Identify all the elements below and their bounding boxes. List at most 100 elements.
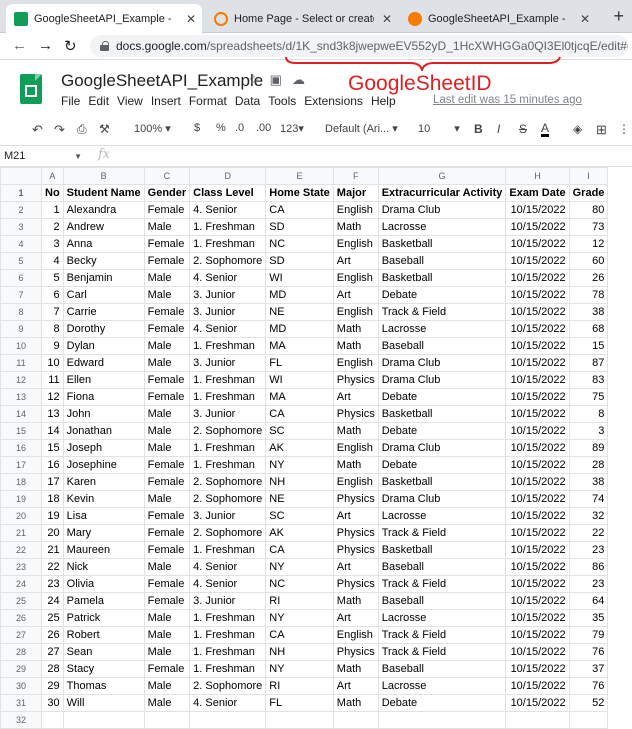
cell[interactable]: 3 xyxy=(568,422,609,440)
zoom-select[interactable]: 100% ▾ xyxy=(134,122,171,135)
cell[interactable]: Lacrosse xyxy=(377,507,507,525)
cell[interactable]: 3. Junior xyxy=(189,286,267,304)
cell[interactable] xyxy=(505,711,570,729)
back-icon[interactable]: ← xyxy=(12,37,27,54)
cell[interactable]: 75 xyxy=(568,388,609,406)
cell[interactable]: 10/15/2022 xyxy=(505,218,570,236)
cell[interactable]: 10/15/2022 xyxy=(505,609,570,627)
cell[interactable]: Male xyxy=(143,422,191,440)
cell[interactable]: Carrie xyxy=(62,303,145,321)
cell[interactable]: Male xyxy=(143,677,191,695)
cell[interactable]: Fiona xyxy=(62,388,145,406)
cell[interactable]: Art xyxy=(332,677,379,695)
cell[interactable]: Robert xyxy=(62,626,145,644)
cell[interactable]: 24 xyxy=(41,592,64,610)
cell[interactable]: 10/15/2022 xyxy=(505,660,570,678)
cell[interactable]: 38 xyxy=(568,303,609,321)
decrease-decimal-button[interactable]: .0 xyxy=(235,122,244,134)
cell[interactable]: 4. Senior xyxy=(189,575,267,593)
more-formats-select[interactable]: 123▾ xyxy=(280,122,304,135)
cell[interactable]: 1. Freshman xyxy=(189,337,267,355)
cell[interactable]: Anna xyxy=(62,235,145,253)
cell[interactable]: Joseph xyxy=(62,439,145,457)
cell[interactable] xyxy=(265,711,334,729)
cell[interactable]: Math xyxy=(332,337,379,355)
cell[interactable]: 12 xyxy=(568,235,609,253)
borders-icon[interactable]: ⊞ xyxy=(596,122,607,138)
cell[interactable]: 79 xyxy=(568,626,609,644)
cell[interactable]: Male xyxy=(143,337,191,355)
cell[interactable]: 1. Freshman xyxy=(189,609,267,627)
row-number[interactable]: 15 xyxy=(0,422,42,440)
row-number[interactable]: 19 xyxy=(0,490,42,508)
cell[interactable]: Female xyxy=(143,252,191,270)
cell[interactable]: Benjamin xyxy=(62,269,145,287)
cell[interactable]: Male xyxy=(143,286,191,304)
cell[interactable]: 27 xyxy=(41,643,64,661)
select-all-corner[interactable] xyxy=(0,167,42,185)
cell[interactable]: Drama Club xyxy=(377,371,507,389)
cell[interactable]: Track & Field xyxy=(377,575,507,593)
cell[interactable]: 14 xyxy=(41,422,64,440)
cell[interactable]: RI xyxy=(265,677,334,695)
cell[interactable]: Basketball xyxy=(377,473,507,491)
cell[interactable]: Male xyxy=(143,694,191,712)
cell[interactable]: Basketball xyxy=(377,269,507,287)
cell[interactable]: Female xyxy=(143,473,191,491)
cell[interactable]: Math xyxy=(332,320,379,338)
cell[interactable]: Male xyxy=(143,490,191,508)
row-number[interactable]: 2 xyxy=(0,201,42,219)
cell[interactable]: CA xyxy=(265,626,334,644)
cell[interactable]: Art xyxy=(332,558,379,576)
cell[interactable]: Baseball xyxy=(377,337,507,355)
row-number[interactable]: 5 xyxy=(0,252,42,270)
menu-data[interactable]: Data xyxy=(235,94,260,108)
cell[interactable]: 10/15/2022 xyxy=(505,473,570,491)
cell[interactable]: 80 xyxy=(568,201,609,219)
forward-icon[interactable]: → xyxy=(38,37,53,54)
cell[interactable]: 10/15/2022 xyxy=(505,354,570,372)
cell[interactable]: 10/15/2022 xyxy=(505,303,570,321)
cell[interactable]: 2. Sophomore xyxy=(189,422,267,440)
cell[interactable]: Male xyxy=(143,269,191,287)
cell[interactable]: Physics xyxy=(332,643,379,661)
cell[interactable]: Math xyxy=(332,592,379,610)
close-icon[interactable]: ✕ xyxy=(382,12,392,26)
cell[interactable]: 10/15/2022 xyxy=(505,456,570,474)
cell[interactable]: 28 xyxy=(41,660,64,678)
row-number[interactable]: 12 xyxy=(0,371,42,389)
cell[interactable]: 10/15/2022 xyxy=(505,269,570,287)
row-number[interactable]: 14 xyxy=(0,405,42,423)
cell[interactable]: English xyxy=(332,439,379,457)
cell[interactable]: NY xyxy=(265,456,334,474)
header-cell[interactable]: No xyxy=(41,184,64,202)
undo-icon[interactable]: ↶ xyxy=(32,122,43,138)
cell[interactable]: 8 xyxy=(568,405,609,423)
cell[interactable]: Debate xyxy=(377,456,507,474)
cell[interactable]: Will xyxy=(62,694,145,712)
row-number[interactable]: 22 xyxy=(0,541,42,559)
increase-decimal-button[interactable]: .00 xyxy=(256,122,271,134)
cell[interactable]: 10 xyxy=(41,354,64,372)
row-number[interactable]: 31 xyxy=(0,694,42,712)
row-number[interactable]: 13 xyxy=(0,388,42,406)
cell[interactable]: Mary xyxy=(62,524,145,542)
cell[interactable]: Female xyxy=(143,303,191,321)
cell[interactable]: Dylan xyxy=(62,337,145,355)
column-header[interactable]: H xyxy=(505,167,570,185)
cell[interactable]: Math xyxy=(332,456,379,474)
star-icon[interactable]: ☆ xyxy=(248,72,260,88)
row-number[interactable]: 23 xyxy=(0,558,42,576)
cloud-status-icon[interactable]: ☁ xyxy=(292,72,305,88)
cell[interactable]: Karen xyxy=(62,473,145,491)
cell[interactable]: Male xyxy=(143,626,191,644)
cell[interactable]: 4. Senior xyxy=(189,694,267,712)
cell[interactable]: Debate xyxy=(377,694,507,712)
text-color-button[interactable]: A xyxy=(541,122,550,137)
menu-edit[interactable]: Edit xyxy=(88,94,109,108)
cell[interactable]: 76 xyxy=(568,643,609,661)
cell[interactable]: 1. Freshman xyxy=(189,218,267,236)
cell[interactable]: 1. Freshman xyxy=(189,643,267,661)
cell[interactable]: Male xyxy=(143,354,191,372)
row-number[interactable]: 11 xyxy=(0,354,42,372)
